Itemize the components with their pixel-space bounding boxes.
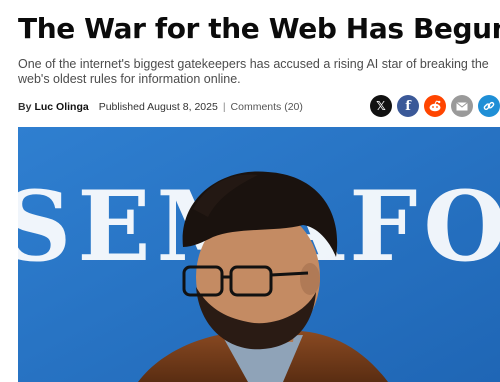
- link-icon: [483, 101, 495, 111]
- hero-photo: SEMAFO: [18, 127, 500, 382]
- article-meta: By Luc Olinga Published August 8, 2025 |…: [18, 100, 303, 114]
- article-subtitle: One of the internet's biggest gatekeeper…: [18, 57, 489, 86]
- hero-image: SEMAFO: [18, 127, 500, 382]
- email-icon: [456, 101, 468, 110]
- article-headline: The War for the Web Has Begun: [18, 12, 500, 45]
- reddit-icon: [429, 100, 441, 112]
- share-link-button[interactable]: [478, 95, 500, 117]
- share-email-button[interactable]: [451, 95, 473, 117]
- facebook-icon: f: [405, 98, 411, 114]
- share-buttons: 𝕏 f: [370, 95, 500, 117]
- comments-link[interactable]: Comments (20): [231, 101, 303, 113]
- x-icon: 𝕏: [376, 99, 386, 113]
- byline-prefix: By: [18, 101, 32, 113]
- share-facebook-button[interactable]: f: [397, 95, 419, 117]
- share-reddit-button[interactable]: [424, 95, 446, 117]
- publish-date: Published August 8, 2025: [98, 101, 218, 113]
- author-link[interactable]: Luc Olinga: [34, 101, 88, 113]
- meta-separator: |: [222, 101, 226, 113]
- share-x-button[interactable]: 𝕏: [370, 95, 392, 117]
